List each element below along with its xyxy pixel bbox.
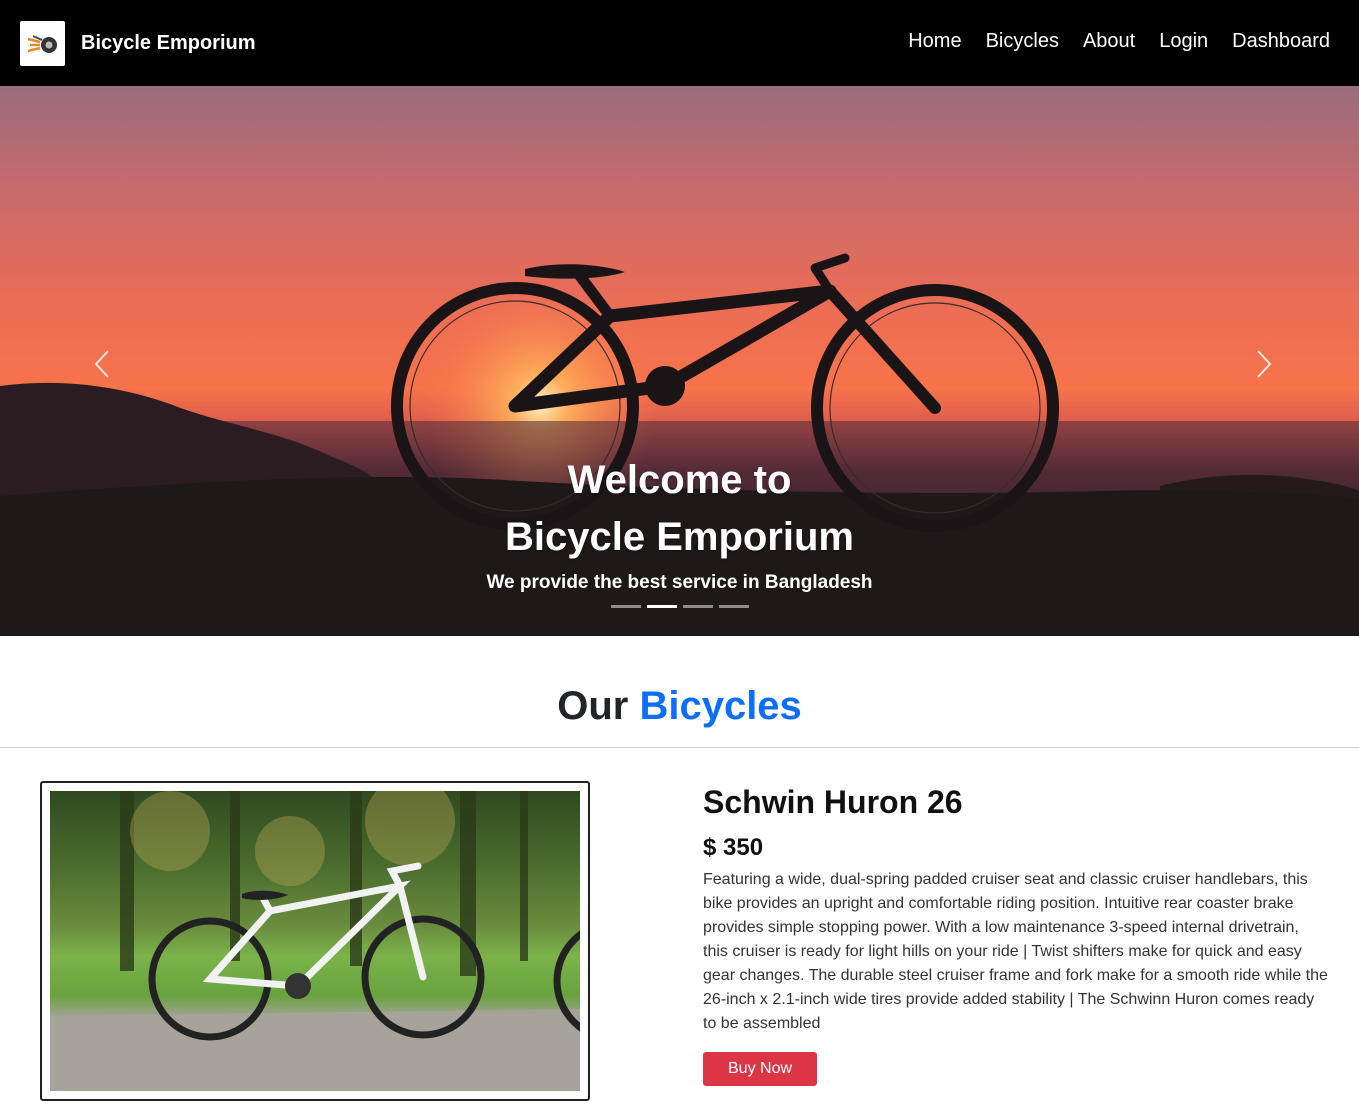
section-title-accent: Bicycles [639,684,802,728]
product-price: $ 350 [703,834,764,861]
product-name: Schwin Huron 26 [703,784,963,820]
nav-dashboard[interactable]: Dashboard [1232,30,1330,57]
section-title-prefix: Our [557,684,629,728]
brand[interactable]: Bicycle Emporium [20,20,256,66]
product-photo [50,791,580,1091]
product-info: Schwin Huron 26 $ 350 Featuring a wide, … [703,782,1328,1086]
carousel-indicator[interactable] [682,605,713,608]
brand-name[interactable]: Bicycle Emporium [81,32,256,55]
navbar: Bicycle Emporium Home Bicycles About Log… [0,0,1359,86]
main-nav: Home Bicycles About Login Dashboard [884,30,1330,57]
section-title: Our Bicycles [0,684,1359,729]
nav-login[interactable]: Login [1159,30,1208,57]
nav-about[interactable]: About [1083,30,1135,57]
carousel-indicator[interactable] [610,605,641,608]
buy-now-button[interactable]: Buy Now [703,1052,818,1086]
product-image-frame [40,781,590,1101]
divider [0,747,1359,748]
hero-carousel: Welcome to Bicycle Emporium We provide t… [0,86,1359,636]
product-description: Featuring a wide, dual-spring padded cru… [703,871,1328,1032]
hero-subtitle: We provide the best service in Banglades… [486,572,873,593]
nav-home[interactable]: Home [908,30,961,57]
nav-bicycles[interactable]: Bicycles [986,30,1059,57]
hero-title-line1: Welcome to [567,458,792,502]
hero-title-line2: Bicycle Emporium [504,515,854,559]
carousel-next-button[interactable] [1244,344,1284,384]
carousel-indicator[interactable] [718,605,749,608]
logo-icon [20,20,65,66]
carousel-indicator-active[interactable] [646,605,677,608]
carousel-indicators [0,605,1359,608]
carousel-prev-button[interactable] [82,344,122,384]
hero-caption: Welcome to Bicycle Emporium We provide t… [0,452,1359,594]
chevron-right-icon [1257,350,1272,378]
chevron-left-icon [94,350,109,378]
